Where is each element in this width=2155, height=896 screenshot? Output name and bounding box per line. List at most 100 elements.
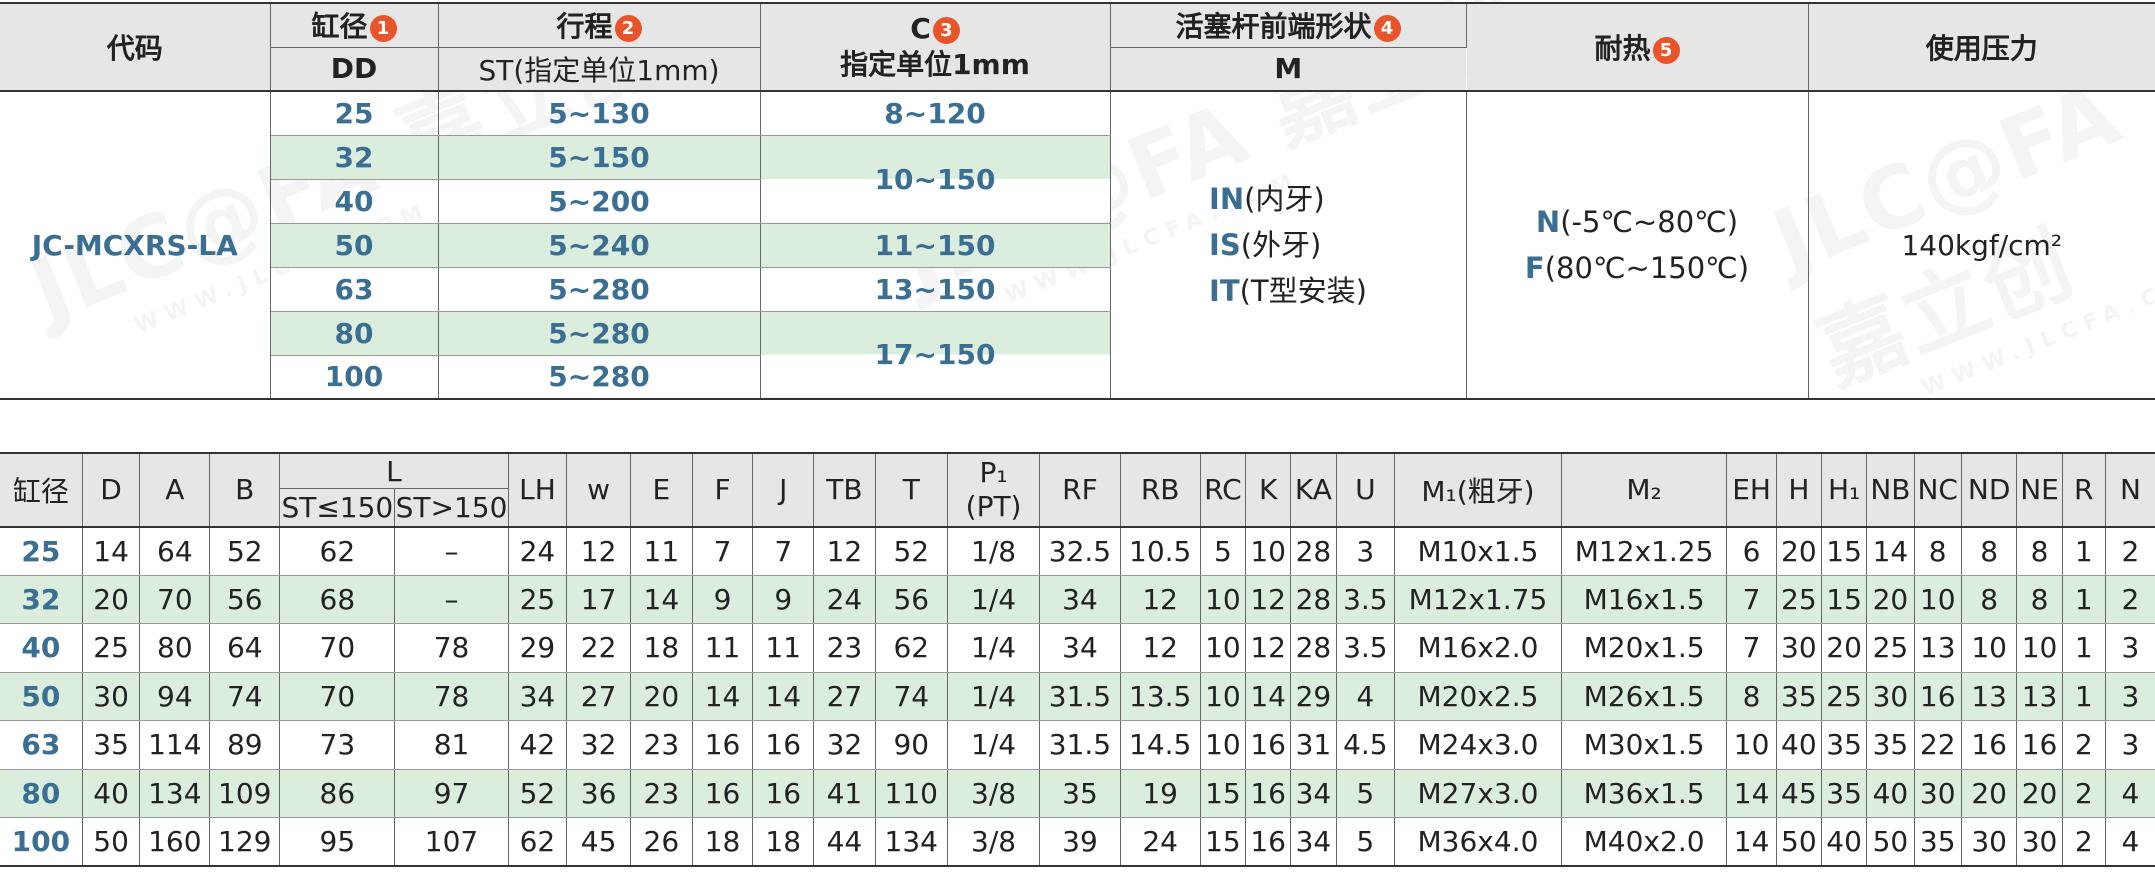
dim-cell: 34	[1039, 575, 1121, 624]
dim-cell: M36x1.5	[1561, 769, 1728, 818]
dim-cell: 45	[1776, 769, 1823, 818]
dim-header: M₁(粗牙)	[1394, 453, 1562, 528]
dim-cell: 40	[82, 769, 141, 818]
dim-header: NB	[1866, 453, 1915, 528]
dim-cell: 10	[1961, 623, 2018, 673]
dim-cell: 23	[630, 769, 693, 818]
dim-cell: 17	[566, 575, 631, 624]
dim-cell: 3	[2105, 720, 2155, 770]
heat-option: F(80℃~150℃)	[1524, 251, 1750, 285]
dim-cell: 4	[2105, 817, 2155, 867]
dim-cell: 41	[813, 769, 876, 818]
dim-cell: 35	[1821, 720, 1868, 770]
dim-header: N	[2105, 453, 2155, 528]
dim-cell: 25	[1866, 623, 1915, 673]
dim-cell: 10	[1200, 575, 1247, 624]
dim-cell: 45	[566, 817, 631, 867]
dim-header: RB	[1120, 453, 1201, 528]
dim-cell: 35	[82, 720, 141, 770]
dim-cell: 20	[2016, 769, 2063, 818]
dim-cell: 34	[1039, 623, 1121, 673]
dim-cell: 28	[1290, 623, 1337, 673]
bore-value: 80	[270, 311, 439, 356]
header-rod-shape: 活塞杆前端形状 4	[1110, 3, 1467, 48]
dim-cell: 35	[1914, 817, 1962, 867]
dim-cell: 114	[139, 720, 211, 770]
dim-cell: 3	[2105, 623, 2155, 673]
dim-cell: 24	[1120, 817, 1201, 867]
dim-cell: 74	[875, 672, 948, 721]
dim-cell: 30	[1866, 672, 1915, 721]
dim-cell: 1/4	[947, 720, 1041, 770]
table-row: 25 14 64 52 62–24 12 11 7 7 12 52 1/8 32.5 10.5 5 10 28 3…	[0, 526, 2155, 576]
dim-cell: 13	[2016, 672, 2063, 721]
dim-cell: 30	[1776, 623, 1823, 673]
dim-cell: 16	[692, 769, 754, 818]
dim-cell: 2	[2062, 817, 2106, 867]
dim-header: P₁ (PT)	[947, 453, 1041, 528]
dim-cell: 3	[1336, 526, 1396, 576]
bore-value: 32	[270, 135, 439, 180]
dim-cell: 7	[1726, 575, 1777, 624]
dim-cell: 24	[508, 526, 568, 576]
dim-cell: 14	[1866, 526, 1915, 576]
dim-cell: 3/8	[947, 769, 1041, 818]
dim-cell: 7	[692, 526, 754, 576]
dim-cell: 25	[1776, 575, 1823, 624]
dim-cell: 20	[1776, 526, 1823, 576]
dim-header: KA	[1290, 453, 1337, 528]
table-row: 80 40 134 109 86 97 52 36 23 16 16 41 110 3/8 35 19 15 16…	[0, 769, 2155, 818]
dim-cell: 5	[1200, 526, 1247, 576]
dim-cell: 1	[2062, 575, 2106, 624]
dim-cell: 10.5	[1120, 526, 1201, 576]
dim-cell: 134	[875, 817, 948, 867]
dim-cell: 95	[279, 817, 396, 867]
dim-cell: 70	[279, 672, 396, 721]
dim-cell: 12	[813, 526, 876, 576]
dim-cell: 19	[1120, 769, 1201, 818]
dim-header: J	[752, 453, 815, 528]
dim-cell: 50	[82, 817, 141, 867]
header-bore-sub: DD	[270, 47, 439, 92]
header-stroke: 行程 2	[438, 3, 761, 48]
dim-cell: 8	[2016, 575, 2063, 624]
c-value: 13~150	[760, 267, 1111, 312]
dim-cell: 11	[692, 623, 754, 673]
dim-cell: 4	[1336, 672, 1396, 721]
badge-4: 4	[1373, 14, 1401, 42]
dim-cell: 12	[566, 526, 631, 576]
dim-cell: 10	[1200, 672, 1247, 721]
dim-cell: M16x1.5	[1561, 575, 1728, 624]
dim-cell: 14	[1245, 672, 1292, 721]
dim-cell: 109	[209, 769, 281, 818]
dim-cell: 28	[1290, 526, 1337, 576]
heat-option: N(-5℃~80℃)	[1535, 205, 1739, 239]
dim-cell: 15	[1200, 769, 1247, 818]
dim-cell: 35	[1039, 769, 1121, 818]
dim-cell: 1/4	[947, 575, 1041, 624]
dim-bore-cell: 25	[0, 526, 83, 576]
dim-cell: 64	[209, 623, 281, 673]
dim-cell: 12	[1120, 575, 1201, 624]
dim-cell: 16	[1245, 769, 1292, 818]
dim-cell: 6	[1726, 526, 1777, 576]
dim-cell: 32	[813, 720, 876, 770]
dim-cell: 52	[875, 526, 948, 576]
dim-cell: 1/4	[947, 672, 1041, 721]
dim-header: RC	[1200, 453, 1247, 528]
badge-5: 5	[1652, 36, 1680, 64]
dim-cell: 62	[279, 526, 396, 576]
dim-cell: 18	[752, 817, 815, 867]
dim-cell: 62	[508, 817, 568, 867]
dim-cell: 31	[1290, 720, 1337, 770]
dim-cell: 2	[2105, 526, 2155, 576]
rod-option: IT(T型安装)	[1209, 274, 1367, 308]
dim-cell: 78	[394, 623, 509, 673]
table-row: 100 50 160 129 95 107 62 45 26 18 18 44 134 3/8 39 24 15…	[0, 817, 2155, 867]
dim-cell: 30	[82, 672, 141, 721]
dim-cell: 97	[394, 769, 509, 818]
dim-cell: 11	[752, 623, 815, 673]
dim-cell: 14	[630, 575, 693, 624]
dim-cell: 23	[813, 623, 876, 673]
dim-header: H	[1776, 453, 1823, 528]
